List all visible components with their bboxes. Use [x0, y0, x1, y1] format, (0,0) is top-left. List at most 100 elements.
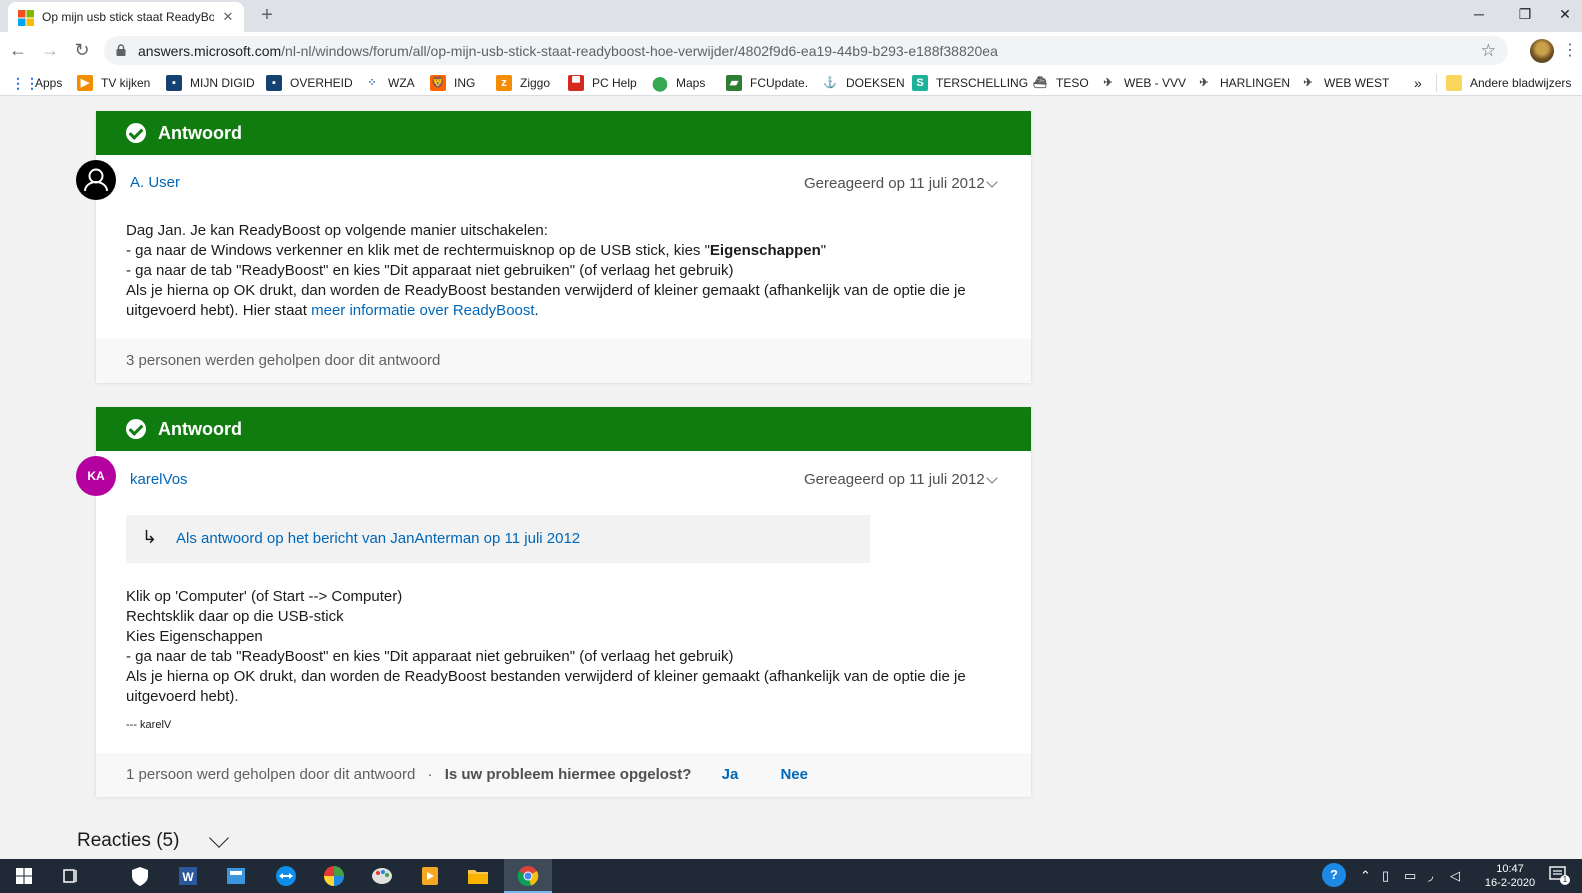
- usb-icon[interactable]: ▯: [1382, 868, 1389, 884]
- browser-tab[interactable]: Op mijn usb stick staat ReadyBoo ✕: [8, 2, 244, 32]
- taskbar-app-media[interactable]: [406, 859, 454, 893]
- more-bookmarks-chevron-icon[interactable]: »: [1414, 74, 1422, 92]
- helped-count: 1 persoon werd geholpen door dit antwoor…: [126, 766, 808, 783]
- taskbar: W ? ⌃ ▯ ▭ ◞ ◁ 10:47 16-2-2020 1: [0, 859, 1582, 893]
- forum-page: Antwoord Gereageerd op 11 juli 2012 Dag …: [0, 97, 1582, 859]
- reacties-heading[interactable]: Reacties (5): [77, 830, 179, 852]
- chrome-icon: [517, 866, 539, 887]
- bookmark-pc-help[interactable]: ▀ PC Help: [568, 74, 637, 92]
- taskbar-app-picasa[interactable]: [310, 859, 358, 893]
- digid-icon: ▪: [166, 75, 182, 91]
- word-icon: W: [179, 867, 197, 885]
- bookmark-overheid[interactable]: ▪ OVERHEID: [266, 74, 353, 92]
- answer-body: Dag Jan. Je kan ReadyBoost op volgende m…: [126, 221, 996, 321]
- taskbar-app-paint[interactable]: [358, 859, 406, 893]
- user-avatar[interactable]: [76, 160, 116, 200]
- bookmark-doeksen[interactable]: ⚓ DOEKSEN: [822, 74, 905, 92]
- answer-card: Antwoord Gereageerd op 11 juli 2012 ↳ Al…: [96, 407, 1031, 797]
- bookmark-tv-kijken[interactable]: ▶ TV kijken: [77, 74, 150, 92]
- start-button[interactable]: [0, 859, 48, 893]
- bookmark-maps[interactable]: ⬤ Maps: [652, 74, 705, 92]
- doeksen-icon: ⚓: [823, 77, 837, 89]
- bookmark-mijn-digid[interactable]: ▪ MIJN DIGID: [166, 74, 255, 92]
- answer-label: Antwoord: [158, 123, 242, 143]
- bookmark-apps[interactable]: ⋮⋮ Apps: [11, 74, 62, 92]
- bookmark-ziggo[interactable]: z Ziggo: [496, 74, 550, 92]
- tab-title: Op mijn usb stick staat ReadyBoo: [42, 10, 214, 24]
- ing-icon: 🦁: [430, 75, 446, 91]
- bookmark-other-folder[interactable]: Andere bladwijzers: [1446, 74, 1571, 92]
- taskbar-app-calculator[interactable]: [212, 859, 260, 893]
- body-line: uitgevoerd hebt). Hier staat meer inform…: [126, 302, 539, 319]
- task-view-button[interactable]: [46, 859, 94, 893]
- bookmark-harlingen[interactable]: ✈ HARLINGEN: [1196, 74, 1290, 92]
- chevron-up-icon[interactable]: ⌃: [1360, 868, 1371, 884]
- yes-button[interactable]: Ja: [722, 766, 739, 783]
- readyboost-info-link[interactable]: meer informatie over ReadyBoost: [311, 302, 534, 319]
- new-tab-icon[interactable]: +: [256, 4, 278, 26]
- bookmark-web-vvv[interactable]: ✈ WEB - VVV: [1100, 74, 1186, 92]
- taskbar-app-defender[interactable]: [116, 859, 164, 893]
- quoted-message-link[interactable]: Als antwoord op het bericht van JanAnter…: [176, 530, 580, 547]
- answer-body: Klik op 'Computer' (of Start --> Compute…: [126, 587, 996, 735]
- body-line: Klik op 'Computer' (of Start --> Compute…: [126, 588, 403, 605]
- user-name-link[interactable]: karelVos: [130, 471, 188, 488]
- browser-toolbar: ← → ↻ answers.microsoft.com/nl-nl/window…: [0, 32, 1582, 68]
- reply-date: Gereageerd op 11 juli 2012: [804, 471, 985, 488]
- reload-icon[interactable]: ↻: [70, 38, 94, 62]
- menu-dots-icon[interactable]: ⋮: [1562, 40, 1578, 62]
- fcupdate-icon: ▰: [726, 75, 742, 91]
- folder-icon: [1446, 75, 1462, 91]
- user-name-link[interactable]: A. User: [130, 174, 180, 191]
- quoted-reply: ↳ Als antwoord op het bericht van JanAnt…: [126, 515, 870, 563]
- taskbar-app-explorer[interactable]: [454, 859, 502, 893]
- ziggo-icon: z: [496, 75, 512, 91]
- close-window-icon[interactable]: ✕: [1548, 0, 1582, 30]
- chevron-down-icon[interactable]: [986, 176, 998, 188]
- address-bar[interactable]: answers.microsoft.com/nl-nl/windows/foru…: [104, 36, 1508, 65]
- chevron-down-icon[interactable]: [986, 472, 998, 484]
- chevron-down-icon[interactable]: [209, 828, 229, 848]
- notification-icon[interactable]: 1: [1548, 865, 1570, 885]
- answer-card: Antwoord Gereageerd op 11 juli 2012 Dag …: [96, 111, 1031, 383]
- help-icon[interactable]: ?: [1322, 863, 1346, 887]
- terschelling-icon: S: [912, 75, 928, 91]
- bookmark-star-icon[interactable]: ☆: [1481, 41, 1496, 61]
- forward-arrow-icon[interactable]: →: [38, 38, 62, 62]
- restore-icon[interactable]: ❐: [1502, 0, 1548, 30]
- answer-banner: Antwoord: [96, 407, 1031, 451]
- answer-banner: Antwoord: [96, 111, 1031, 155]
- close-tab-icon[interactable]: ✕: [220, 9, 236, 25]
- wza-icon: ⁘: [367, 77, 377, 89]
- bookmark-teso[interactable]: ⛴ TESO: [1032, 74, 1089, 92]
- profile-avatar[interactable]: [1530, 39, 1554, 63]
- shield-icon: [132, 867, 148, 886]
- palette-icon: [372, 868, 392, 884]
- user-avatar[interactable]: KA: [76, 456, 116, 496]
- network-icon[interactable]: ◞: [1428, 868, 1433, 884]
- volume-icon[interactable]: ◁: [1450, 868, 1460, 884]
- taskbar-app-chrome[interactable]: [504, 859, 552, 893]
- taskbar-app-teamviewer[interactable]: [262, 859, 310, 893]
- taskbar-app-word[interactable]: W: [164, 859, 212, 893]
- bookmark-ing[interactable]: 🦁 ING: [430, 74, 475, 92]
- battery-icon[interactable]: ▭: [1404, 868, 1416, 884]
- bookmark-web-west[interactable]: ✈ WEB WEST: [1300, 74, 1389, 92]
- back-arrow-icon[interactable]: ←: [6, 38, 30, 62]
- tab-strip: Op mijn usb stick staat ReadyBoo ✕ + ─ ❐…: [0, 0, 1582, 32]
- helped-count: 3 personen werden geholpen door dit antw…: [126, 352, 441, 369]
- body-line: Dag Jan. Je kan ReadyBoost op volgende m…: [126, 222, 548, 239]
- bookmark-terschelling[interactable]: S TERSCHELLING: [912, 74, 1028, 92]
- bookmarks-bar: ⋮⋮ Apps ▶ TV kijken ▪ MIJN DIGID ▪ OVERHEID …: [0, 68, 1582, 96]
- overheid-icon: ▪: [266, 75, 282, 91]
- bookmark-fcupdate[interactable]: ▰ FCUpdate.: [726, 74, 808, 92]
- windows-logo-icon: [16, 868, 32, 884]
- reply-arrow-icon: ↳: [142, 527, 158, 547]
- bookmark-wza[interactable]: ⁘ WZA: [364, 74, 414, 92]
- no-button[interactable]: Nee: [780, 766, 808, 783]
- checkmark-circle-icon: [126, 419, 146, 439]
- minimize-icon[interactable]: ─: [1456, 0, 1502, 30]
- body-line: Als je hierna op OK drukt, dan worden de…: [126, 668, 966, 685]
- svg-text:W: W: [182, 870, 194, 884]
- clock[interactable]: 10:47 16-2-2020: [1478, 862, 1542, 890]
